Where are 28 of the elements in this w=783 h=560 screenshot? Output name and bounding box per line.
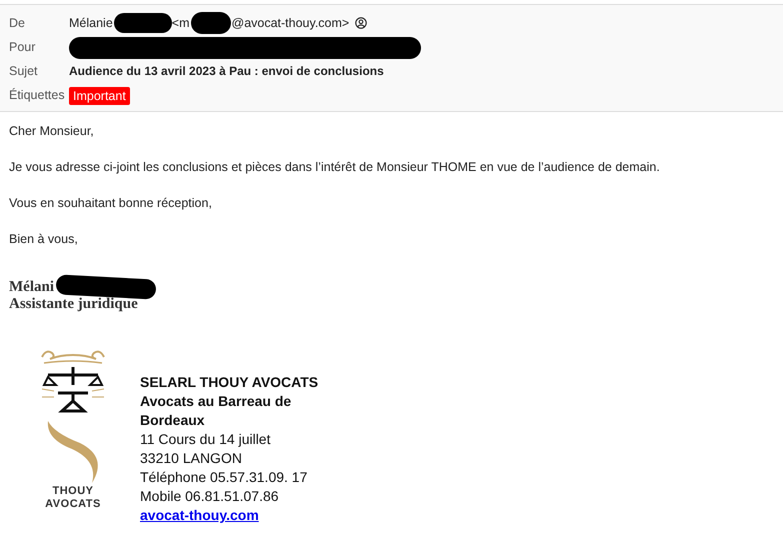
message-paragraph: Je vous adresse ci-joint les conclusions et pièces dans l’intérêt de Monsieur THOME en vue de l’audience de demain. [9,159,661,176]
message-paragraph: Cher Monsieur, [9,123,95,140]
contact-icon[interactable] [355,17,368,29]
logo-text: THOUY [52,485,94,498]
redaction-mark [190,12,230,34]
sender-address-end: @avocat-thouy.com> [232,16,350,30]
signature-role: Assistante juridique [9,296,139,313]
signature-name: Mélani [9,278,54,296]
tag-label: Important [69,87,130,105]
field-label: Étiquettes [9,88,66,102]
sender-name: Mélanie [69,16,113,30]
contact-line: 33210 LANGON [140,449,243,468]
message-paragraph: Bien à vous, [9,231,79,248]
contact-line: Avocats au Barreau de [140,392,292,411]
contact-line: 11 Cours du 14 juillet [140,430,272,449]
logo-text: AVOCATS [45,498,101,511]
contact-line: Bordeaux [140,411,206,430]
field-label: Sujet [9,64,38,78]
contact-line: SELARL THOUY AVOCATS [140,373,318,392]
contact-line: Téléphone 05.57.31.09. 17 [140,468,308,487]
field-label: Pour [9,40,36,54]
message-paragraph: Vous en souhaitant bonne réception, [9,195,213,212]
field-label: De [9,16,26,30]
sender-address-start: <m [172,16,190,30]
contact-line: Mobile 06.81.51.07.86 [140,487,280,506]
website-link[interactable]: avocat-thouy.com [140,506,318,525]
subject-text: Audience du 13 avril 2023 à Pau : envoi de conclusions [69,64,384,78]
redaction-mark [114,13,172,33]
